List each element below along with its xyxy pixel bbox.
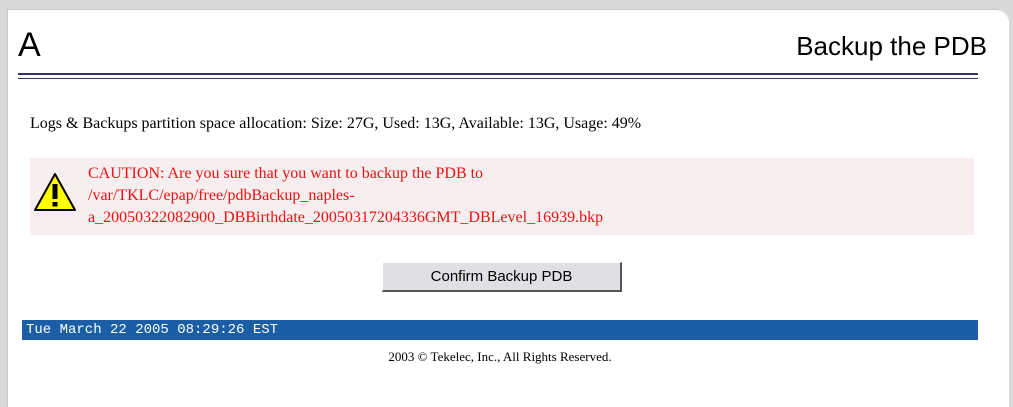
status-bar-datetime: Tue March 22 2005 08:29:26 EST [22,320,978,340]
caution-line-1: CAUTION: Are you sure that you want to b… [88,165,484,182]
header-divider-thick [18,73,978,75]
warning-icon [34,173,76,211]
caution-text: CAUTION: Are you sure that you want to b… [88,163,603,229]
partition-space-info: Logs & Backups partition space allocatio… [30,115,642,132]
header-letter-logo: A [18,26,41,64]
caution-line-2: /var/TKLC/epap/free/pdbBackup_naples- [88,187,355,204]
copyright-notice: 2003 © Tekelec, Inc., All Rights Reserve… [388,349,612,364]
page-title: Backup the PDB [796,31,987,61]
header-divider-thin [18,78,978,79]
confirm-backup-pdb-button[interactable]: Confirm Backup PDB [382,262,622,292]
caution-line-3: a_20050322082900_DBBirthdate_20050317204… [88,209,604,226]
caution-message-box: CAUTION: Are you sure that you want to b… [30,158,974,235]
